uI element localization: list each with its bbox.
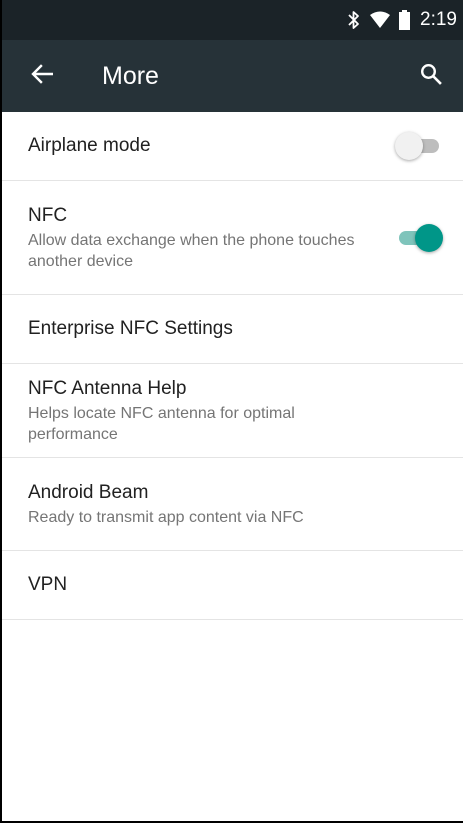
settings-list: Airplane mode NFC Allow data exchange wh… <box>2 112 463 620</box>
setting-subtitle: Helps locate NFC antenna for optimal per… <box>28 404 295 443</box>
airplane-mode-toggle[interactable] <box>395 132 441 160</box>
setting-title: Enterprise NFC Settings <box>28 318 233 339</box>
setting-airplane-mode[interactable]: Airplane mode <box>2 112 463 181</box>
setting-title: NFC Antenna Help <box>28 377 187 399</box>
search-button[interactable] <box>413 58 449 94</box>
status-time: 2:19 <box>420 9 457 30</box>
setting-title: VPN <box>28 574 68 595</box>
setting-vpn[interactable]: VPN <box>2 551 463 620</box>
page-title: More <box>102 62 159 90</box>
setting-subtitle: Allow data exchange when the phone touch… <box>28 231 355 270</box>
status-icons: 2:19 <box>347 0 457 40</box>
toggle-thumb <box>415 223 443 252</box>
arrow-left-icon <box>31 63 54 89</box>
setting-android-beam[interactable]: Android Beam Ready to transmit app conte… <box>2 458 463 551</box>
wifi-icon <box>369 11 391 29</box>
back-button[interactable] <box>24 58 60 94</box>
setting-subtitle: Ready to transmit app content via NFC <box>28 508 304 526</box>
setting-enterprise-nfc[interactable]: Enterprise NFC Settings <box>2 295 463 364</box>
search-icon <box>420 63 442 90</box>
setting-nfc[interactable]: NFC Allow data exchange when the phone t… <box>2 181 463 295</box>
toggle-thumb <box>395 132 423 160</box>
setting-nfc-antenna-help[interactable]: NFC Antenna Help Helps locate NFC antenn… <box>2 364 463 458</box>
setting-title: Android Beam <box>28 481 149 503</box>
status-bar: 2:19 <box>2 0 463 40</box>
nfc-toggle[interactable] <box>397 223 443 252</box>
screen: 2:19 More Airplane mode NFC Allow data e… <box>0 0 463 823</box>
bluetooth-icon <box>347 10 361 30</box>
setting-title: Airplane mode <box>28 135 151 156</box>
app-bar: More <box>2 40 463 112</box>
setting-title: NFC <box>28 204 68 226</box>
battery-icon <box>399 10 411 30</box>
